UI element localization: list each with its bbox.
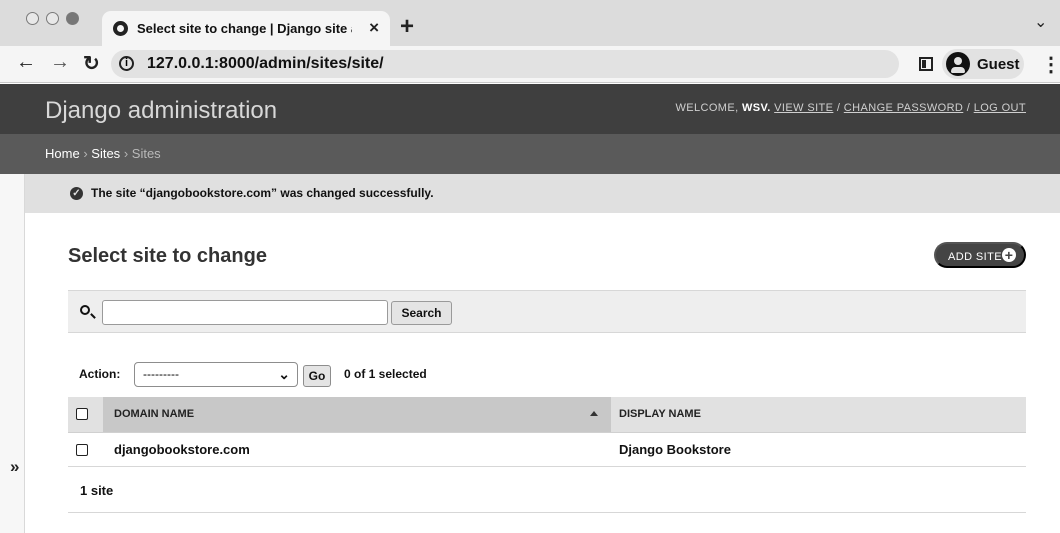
breadcrumb-separator: ›	[123, 146, 129, 161]
table-header-row: DOMAIN NAME DISPLAY NAME	[68, 397, 1026, 433]
domain-link[interactable]: djangobookstore.com	[114, 442, 250, 457]
reload-icon[interactable]: ↻	[83, 51, 100, 76]
check-circle-icon: ✓	[70, 187, 83, 200]
select-all-checkbox[interactable]	[76, 408, 88, 421]
action-selected-option: ---------	[143, 367, 179, 381]
row-select-cell	[68, 432, 103, 467]
browser-tab-strip: Select site to change | Django site admi…	[0, 0, 1060, 46]
avatar-icon	[946, 52, 970, 76]
success-message-text: The site “djangobookstore.com” was chang…	[91, 186, 434, 200]
display-name-header[interactable]: DISPLAY NAME	[619, 408, 701, 420]
plus-icon: +	[1002, 248, 1016, 262]
breadcrumb: Home › Sites › Sites	[0, 134, 1060, 174]
action-select[interactable]: --------- ⌄	[134, 362, 298, 387]
pagination: 1 site	[68, 466, 1026, 513]
search-input[interactable]	[102, 300, 388, 325]
active-browser-tab[interactable]: Select site to change | Django site admi…	[102, 11, 390, 46]
breadcrumb-separator: ›	[83, 146, 88, 161]
action-label: Action:	[79, 367, 121, 381]
add-site-label: ADD SITE	[948, 251, 1002, 263]
user-tools: WELCOME, WSV. VIEW SITE / CHANGE PASSWOR…	[675, 102, 1026, 114]
address-bar[interactable]: i 127.0.0.1:8000/admin/sites/site/	[111, 50, 899, 78]
new-tab-icon[interactable]: +	[400, 13, 414, 41]
admin-header: Django administration WELCOME, WSV. VIEW…	[0, 84, 1060, 134]
more-options-icon[interactable]: ⋮	[1041, 52, 1060, 77]
result-count: 1 site	[80, 483, 114, 498]
view-site-link[interactable]: VIEW SITE	[774, 102, 833, 114]
user-link-separator: /	[836, 102, 841, 114]
change-password-link[interactable]: CHANGE PASSWORD	[844, 102, 963, 114]
username: WSV.	[742, 102, 771, 114]
sort-ascending-icon[interactable]	[590, 411, 598, 416]
welcome-text: WELCOME,	[675, 102, 739, 114]
close-icon[interactable]: ×	[369, 18, 379, 38]
bulk-actions: Action: --------- ⌄ Go 0 of 1 selected	[68, 355, 1026, 393]
double-chevron-right-icon[interactable]: »	[10, 457, 19, 477]
page-title: Select site to change	[68, 245, 267, 267]
forward-arrow-icon[interactable]: →	[50, 51, 70, 74]
results-table: DOMAIN NAME DISPLAY NAME djangobookstore…	[68, 397, 1026, 467]
domain-cell: djangobookstore.com	[103, 432, 611, 467]
tab-title: Select site to change | Django site admi…	[137, 21, 352, 36]
sidebar-toggle[interactable]: »	[0, 174, 25, 533]
logout-link[interactable]: LOG OUT	[974, 102, 1026, 114]
back-arrow-icon[interactable]: ←	[16, 51, 36, 74]
window-zoom-button[interactable]	[66, 12, 79, 25]
success-message: ✓ The site “djangobookstore.com” was cha…	[25, 174, 1060, 213]
chevron-down-icon[interactable]: ⌄	[1034, 12, 1047, 32]
domain-name-column[interactable]: DOMAIN NAME	[103, 397, 611, 433]
browser-toolbar: ← → ↻ i 127.0.0.1:8000/admin/sites/site/…	[0, 46, 1060, 83]
add-site-button[interactable]: ADD SITE +	[934, 242, 1026, 268]
profile-button[interactable]: Guest	[942, 49, 1024, 79]
globe-icon	[113, 21, 128, 36]
profile-label: Guest	[977, 56, 1020, 73]
site-title[interactable]: Django administration	[45, 97, 277, 125]
side-panel-icon[interactable]	[919, 57, 933, 71]
breadcrumb-sites-app[interactable]: Sites	[91, 146, 120, 161]
breadcrumb-home[interactable]: Home	[45, 146, 80, 161]
chevron-down-icon: ⌄	[278, 366, 290, 382]
table-row: djangobookstore.com Django Bookstore	[68, 432, 1026, 467]
select-all-cell	[68, 397, 103, 433]
site-info-icon[interactable]: i	[119, 56, 134, 71]
search-toolbar: Search	[68, 290, 1026, 333]
url-text[interactable]: 127.0.0.1:8000/admin/sites/site/	[147, 55, 384, 73]
search-button[interactable]: Search	[391, 301, 452, 325]
display-name-cell: Django Bookstore	[611, 432, 1026, 467]
display-name-column[interactable]: DISPLAY NAME	[611, 397, 1026, 433]
breadcrumb-current: Sites	[131, 146, 161, 161]
domain-name-header[interactable]: DOMAIN NAME	[114, 408, 194, 420]
window-minimize-button[interactable]	[46, 12, 59, 25]
selection-count: 0 of 1 selected	[344, 367, 427, 381]
window-close-button[interactable]	[26, 12, 39, 25]
go-button[interactable]: Go	[303, 365, 331, 387]
row-checkbox[interactable]	[76, 444, 88, 457]
search-icon	[80, 305, 90, 315]
user-link-separator: /	[966, 102, 971, 114]
